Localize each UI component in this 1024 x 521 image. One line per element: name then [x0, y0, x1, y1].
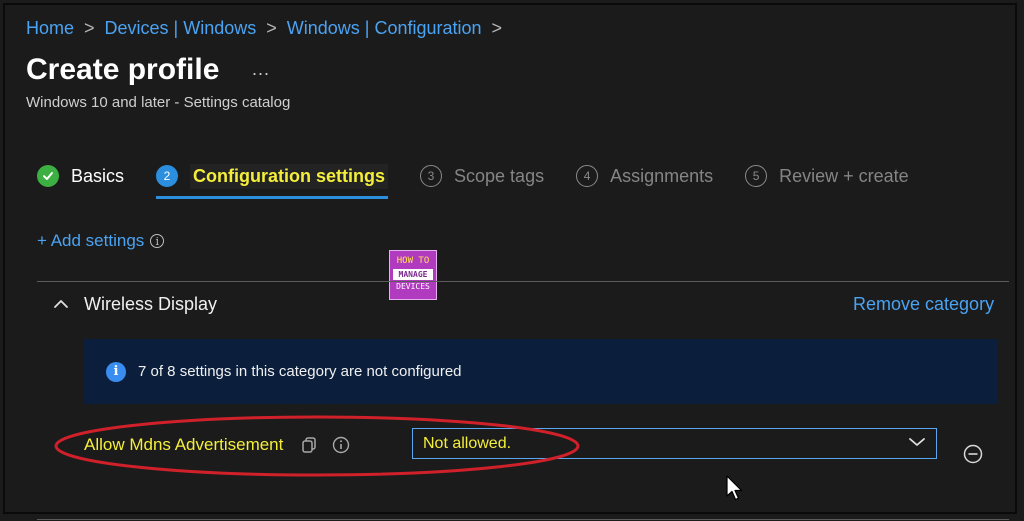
minus-circle-icon[interactable]	[963, 444, 983, 469]
page-title: Create profile	[26, 53, 220, 86]
chevron-down-icon	[908, 435, 926, 453]
step-label: Scope tags	[454, 165, 545, 186]
step-basics[interactable]: Basics	[37, 159, 124, 193]
section-divider	[37, 519, 1009, 520]
breadcrumb-home[interactable]: Home	[26, 18, 74, 39]
info-icon: i	[106, 361, 126, 382]
section-divider	[37, 281, 1009, 282]
step-number: 3	[420, 165, 443, 187]
wizard-steps: Basics 2 Configuration settings 3 Scope …	[37, 159, 941, 199]
step-assignments[interactable]: 4 Assignments	[576, 159, 713, 193]
more-options-button[interactable]: ...	[252, 59, 270, 80]
logo-line-3: DEVICES	[396, 282, 430, 291]
breadcrumb: Home > Devices | Windows > Windows | Con…	[26, 15, 512, 41]
remove-category-link[interactable]: Remove category	[853, 294, 994, 315]
info-banner: i 7 of 8 settings in this category are n…	[84, 339, 998, 404]
breadcrumb-separator: >	[84, 17, 95, 38]
annotation-ellipse	[52, 413, 582, 488]
step-number: 2	[156, 165, 179, 187]
step-label: Basics	[71, 165, 125, 186]
how-to-manage-devices-logo: HOW TO MANAGE DEVICES	[389, 250, 437, 300]
add-settings-row: + Add settings i	[37, 231, 165, 251]
step-label: Review + create	[779, 165, 909, 186]
breadcrumb-windows-configuration[interactable]: Windows | Configuration	[287, 18, 482, 39]
info-icon[interactable]: i	[150, 234, 165, 248]
logo-line-1: HOW TO	[396, 256, 430, 266]
active-step-indicator	[156, 196, 389, 199]
page-subtitle: Windows 10 and later - Settings catalog	[26, 94, 291, 111]
step-configuration-settings[interactable]: 2 Configuration settings	[156, 159, 389, 199]
page-frame: Home > Devices | Windows > Windows | Con…	[3, 3, 1017, 520]
logo-line-2: MANAGE	[393, 269, 433, 280]
step-number: 5	[745, 165, 768, 187]
category-title[interactable]: Wireless Display	[84, 294, 217, 315]
checkmark-icon	[37, 165, 59, 187]
step-scope-tags[interactable]: 3 Scope tags	[420, 159, 544, 193]
info-banner-text: 7 of 8 settings in this category are not…	[138, 363, 462, 380]
step-number: 4	[576, 165, 599, 187]
mouse-cursor-icon	[725, 475, 745, 508]
breadcrumb-separator: >	[491, 17, 503, 38]
chevron-up-icon[interactable]	[53, 295, 69, 318]
breadcrumb-devices-windows[interactable]: Devices | Windows	[105, 18, 257, 39]
breadcrumb-separator: >	[266, 17, 277, 38]
step-review-create[interactable]: 5 Review + create	[745, 159, 909, 193]
add-settings-link[interactable]: + Add settings	[37, 231, 144, 251]
step-label: Configuration settings	[190, 163, 389, 189]
step-label: Assignments	[610, 165, 714, 186]
